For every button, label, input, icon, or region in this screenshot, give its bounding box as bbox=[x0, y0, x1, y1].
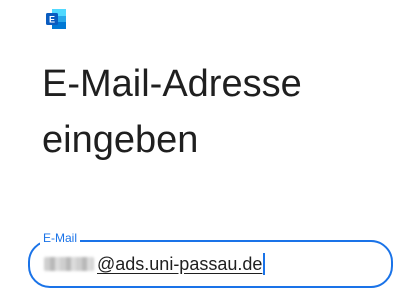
email-input[interactable]: @ads.uni-passau.de bbox=[44, 252, 266, 276]
signin-page: E E-Mail-Adresse eingeben E-Mail @ads.un… bbox=[0, 0, 419, 303]
svg-text:E: E bbox=[49, 15, 55, 25]
email-domain-text: @ads.uni-passau.de bbox=[97, 253, 263, 274]
title-line-2: eingeben bbox=[42, 119, 199, 161]
page-title: E-Mail-Adresse eingeben bbox=[42, 56, 402, 168]
exchange-icon: E bbox=[46, 9, 66, 29]
email-field-label: E-Mail bbox=[40, 230, 81, 246]
title-line-1: E-Mail-Adresse bbox=[42, 63, 302, 105]
redacted-username bbox=[44, 257, 94, 271]
text-cursor bbox=[263, 253, 266, 275]
